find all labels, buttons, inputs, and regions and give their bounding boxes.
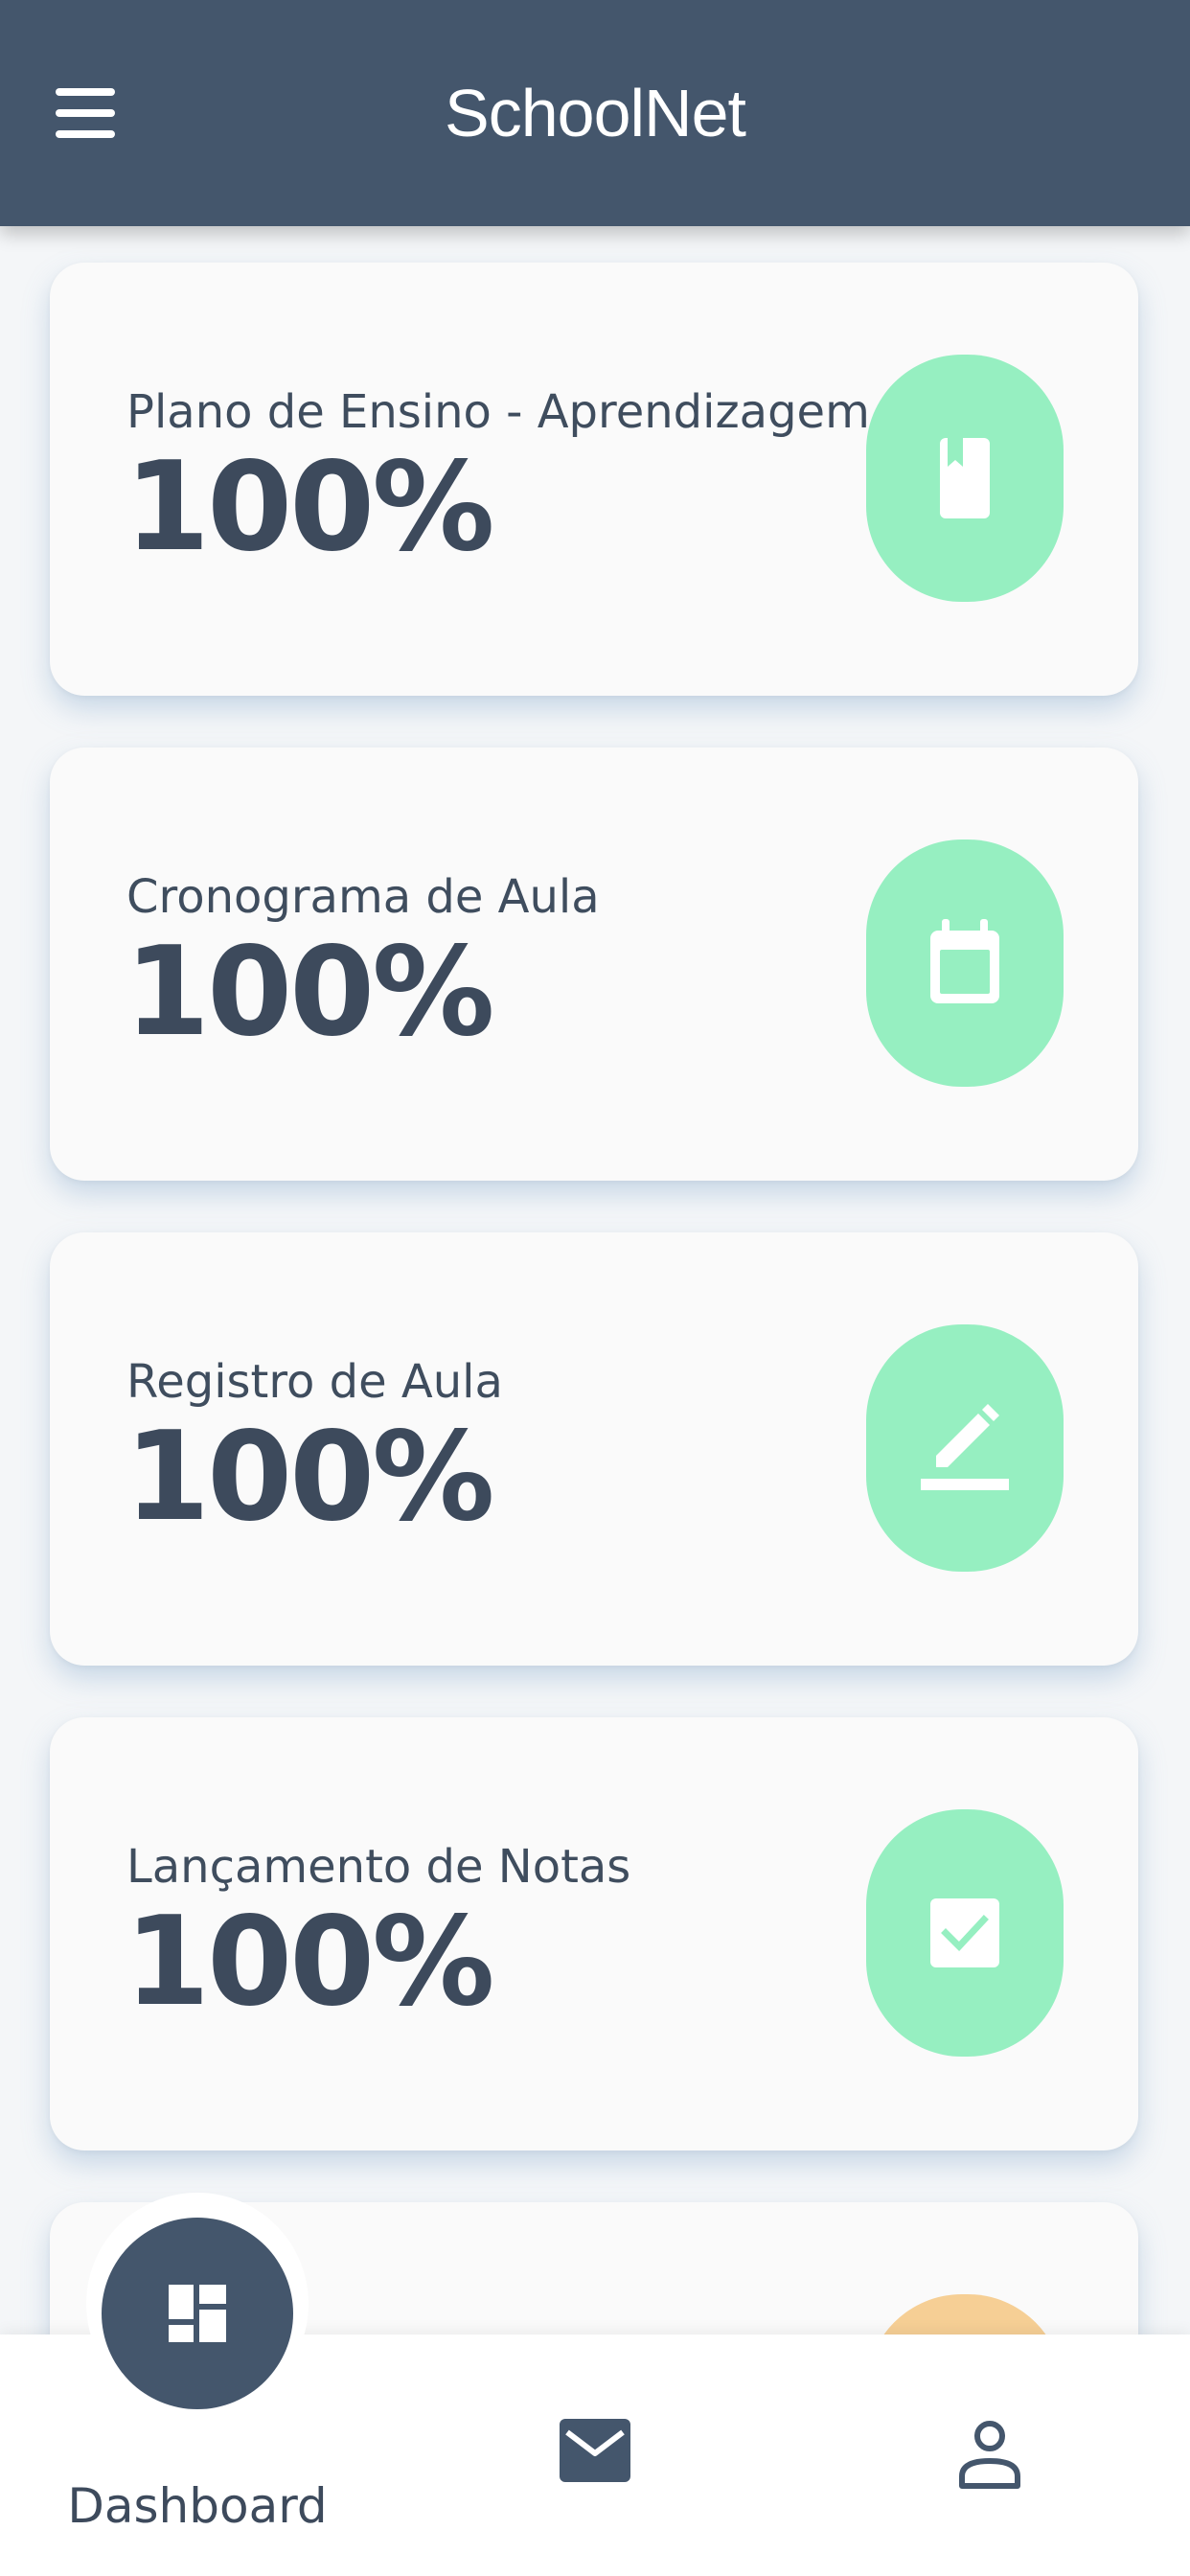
card-value: 100% — [125, 436, 494, 579]
card-title: Plano de Ensino - Aprendizagem — [126, 385, 870, 439]
app-bar: SchoolNet — [0, 0, 1190, 226]
app-title: SchoolNet — [445, 76, 746, 150]
card-icon-badge — [866, 355, 1064, 602]
dashboard-grid-icon — [169, 2285, 226, 2342]
book-icon — [940, 438, 990, 518]
dashboard-nav-label[interactable]: Dashboard — [57, 2478, 337, 2534]
card-value: 100% — [125, 1891, 494, 2034]
mail-icon[interactable] — [560, 2419, 630, 2482]
card-title: Cronograma de Aula — [126, 870, 600, 924]
pencil-edit-icon — [921, 1404, 1009, 1490]
card-value: 100% — [125, 1406, 494, 1549]
card-registro-de-aula[interactable]: Registro de Aula 100% — [50, 1232, 1138, 1666]
card-icon-badge — [866, 840, 1064, 1087]
user-profile-icon[interactable] — [956, 2419, 1023, 2492]
dashboard-content[interactable]: Plano de Ensino - Aprendizagem 100% Cron… — [0, 226, 1190, 2334]
card-icon-badge — [866, 1809, 1064, 2057]
card-cronograma-de-aula[interactable]: Cronograma de Aula 100% — [50, 748, 1138, 1181]
dashboard-nav-button[interactable] — [102, 2218, 293, 2409]
card-plano-de-ensino[interactable]: Plano de Ensino - Aprendizagem 100% — [50, 263, 1138, 696]
card-title: Registro de Aula — [126, 1355, 503, 1409]
checkbox-icon — [930, 1898, 999, 1967]
card-title: Lançamento de Notas — [126, 1840, 631, 1894]
card-lancamento-de-notas[interactable]: Lançamento de Notas 100% — [50, 1717, 1138, 2150]
calendar-icon — [930, 919, 999, 1003]
card-value: 100% — [125, 921, 494, 1064]
card-icon-badge — [866, 1324, 1064, 1572]
card-icon-badge — [866, 2294, 1064, 2334]
